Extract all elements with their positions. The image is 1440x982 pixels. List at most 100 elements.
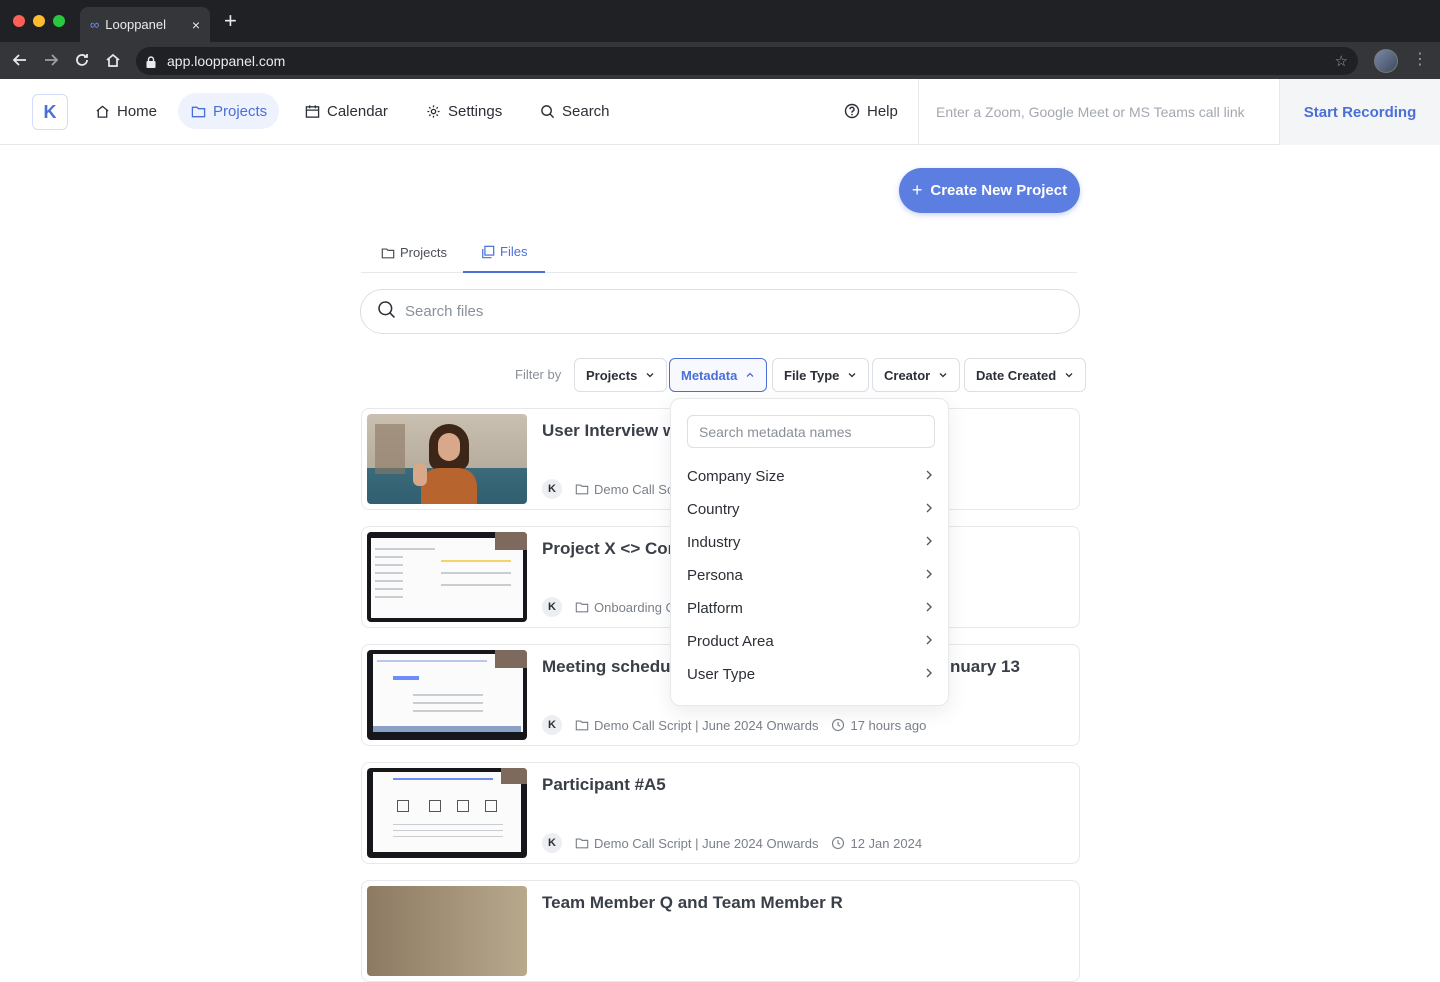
help-circle-icon	[844, 103, 860, 119]
metadata-option-label: Product Area	[687, 633, 774, 650]
create-new-project-button[interactable]: + Create New Project	[899, 168, 1080, 213]
search-files-input[interactable]	[405, 303, 1005, 320]
metadata-search-input[interactable]	[687, 415, 935, 448]
filter-file-type-label: File Type	[784, 367, 840, 383]
clock-icon	[831, 718, 845, 732]
metadata-option-user-type[interactable]: User Type	[671, 658, 950, 691]
nav-calendar[interactable]: Calendar	[292, 93, 400, 129]
chevron-down-icon	[938, 370, 948, 380]
url-text: app.looppanel.com	[167, 53, 286, 69]
file-meta: K Onboarding C	[542, 597, 675, 617]
metadata-option-industry[interactable]: Industry	[671, 526, 950, 559]
creator-avatar: K	[542, 833, 562, 853]
tab-projects[interactable]: Projects	[363, 232, 465, 273]
filter-metadata[interactable]: Metadata	[669, 358, 768, 392]
home-browser-icon[interactable]	[104, 51, 122, 69]
tab-files-label: Files	[500, 244, 528, 259]
folder-icon	[190, 103, 206, 119]
file-meta: K Demo Call Script | June 2024 Onwards 1…	[542, 833, 922, 853]
new-tab-button[interactable]: +	[224, 10, 237, 32]
metadata-option-platform[interactable]: Platform	[671, 592, 950, 625]
metadata-option-label: Company Size	[687, 468, 785, 485]
chevron-right-icon	[924, 534, 934, 551]
address-bar[interactable]: app.looppanel.com ☆	[136, 47, 1358, 75]
file-title-tail: nuary 13	[950, 657, 1020, 676]
call-link-input[interactable]	[919, 79, 1279, 145]
file-meta: K Demo Call Script | June 2024 Onwards 1…	[542, 715, 926, 735]
help-link[interactable]: Help	[832, 93, 910, 129]
file-card[interactable]: Participant #A5 K Demo Call Script | Jun…	[361, 762, 1080, 864]
metadata-option-country[interactable]: Country	[671, 493, 950, 526]
filter-date-created[interactable]: Date Created	[964, 358, 1087, 392]
browser-menu-icon[interactable]: ⋮	[1412, 49, 1428, 69]
forward-arrow-icon[interactable]	[42, 51, 60, 69]
chevron-right-icon	[924, 468, 934, 485]
filter-file-type[interactable]: File Type	[772, 358, 870, 392]
filter-projects[interactable]: Projects	[574, 358, 668, 392]
gear-icon	[425, 103, 441, 119]
file-title: Team Member Q and Team Member R	[542, 893, 843, 912]
metadata-option-label: User Type	[687, 666, 756, 683]
chevron-right-icon	[924, 567, 934, 584]
metadata-option-company-size[interactable]: Company Size	[671, 460, 950, 493]
files-icon	[481, 245, 495, 259]
chevron-down-icon	[847, 370, 857, 380]
app-header: K Home Projects Calendar Settings Search	[0, 79, 1440, 145]
metadata-option-label: Country	[687, 501, 740, 518]
search-files-box[interactable]	[360, 289, 1080, 334]
close-window-button[interactable]	[13, 15, 25, 27]
search-icon	[377, 300, 396, 324]
file-title: Project X <> Con	[542, 539, 679, 558]
file-thumbnail	[367, 414, 527, 504]
chevron-right-icon	[924, 633, 934, 650]
nav-calendar-label: Calendar	[327, 102, 388, 120]
metadata-option-persona[interactable]: Persona	[671, 559, 950, 592]
nav-search-label: Search	[562, 102, 610, 120]
nav-settings[interactable]: Settings	[413, 93, 514, 129]
file-title: Participant #A5	[542, 775, 666, 794]
browser-tab[interactable]: ∞ Looppanel ×	[80, 7, 210, 42]
chevron-down-icon	[1064, 370, 1074, 380]
nav-search[interactable]: Search	[527, 93, 622, 129]
reload-icon[interactable]	[73, 51, 91, 69]
view-tabs: Projects Files	[361, 232, 1077, 273]
folder-icon	[575, 482, 589, 496]
maximize-window-button[interactable]	[53, 15, 65, 27]
nav-settings-label: Settings	[448, 102, 503, 120]
chevron-up-icon	[745, 370, 755, 380]
start-recording-button[interactable]: Start Recording	[1279, 79, 1440, 145]
metadata-option-product-area[interactable]: Product Area	[671, 625, 950, 658]
creator-avatar: K	[542, 597, 562, 617]
nav-projects[interactable]: Projects	[178, 93, 280, 129]
creator-avatar: K	[542, 479, 562, 499]
bookmark-star-icon[interactable]: ☆	[1335, 52, 1348, 70]
creator-avatar: K	[542, 715, 562, 735]
file-thumbnail	[367, 768, 527, 858]
minimize-window-button[interactable]	[33, 15, 45, 27]
search-icon	[539, 103, 555, 119]
metadata-option-label: Platform	[687, 600, 743, 617]
folder-icon	[575, 600, 589, 614]
tab-close-icon[interactable]: ×	[192, 17, 200, 33]
nav-home[interactable]: Home	[82, 93, 169, 129]
back-arrow-icon[interactable]	[11, 51, 29, 69]
file-title: User Interview w	[542, 421, 677, 440]
chevron-down-icon	[645, 370, 655, 380]
home-icon	[94, 103, 110, 119]
filter-creator[interactable]: Creator	[872, 358, 961, 392]
chevron-right-icon	[924, 501, 934, 518]
file-meta: K Demo Call Sc	[542, 479, 673, 499]
file-time: 17 hours ago	[850, 717, 927, 733]
folder-icon	[575, 718, 589, 732]
lock-icon	[146, 55, 156, 68]
tab-files[interactable]: Files	[463, 232, 546, 273]
file-thumbnail	[367, 650, 527, 740]
workspace-logo[interactable]: K	[32, 94, 68, 130]
metadata-option-label: Persona	[687, 567, 743, 584]
file-card[interactable]: Team Member Q and Team Member R	[361, 880, 1080, 982]
filter-projects-label: Projects	[586, 367, 638, 383]
file-project: Demo Call Script | June 2024 Onwards	[594, 717, 819, 733]
nav-projects-label: Projects	[213, 102, 268, 120]
file-project: Demo Call Sc	[594, 481, 674, 497]
browser-profile-avatar[interactable]	[1374, 49, 1398, 73]
